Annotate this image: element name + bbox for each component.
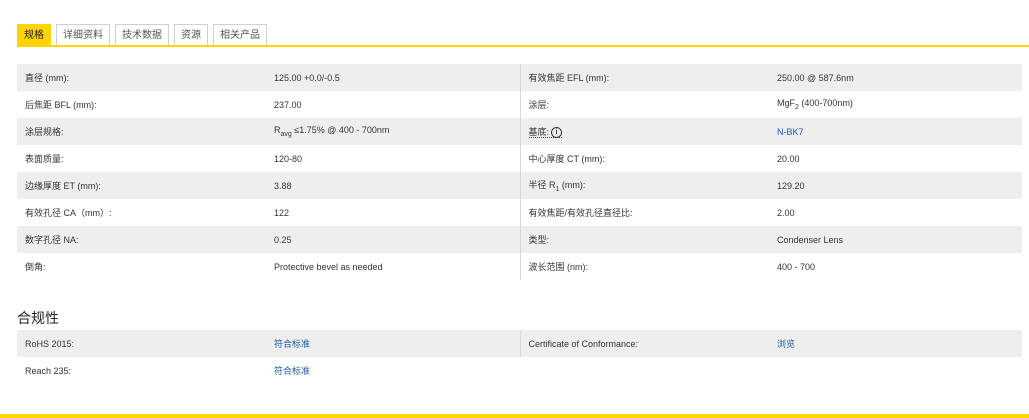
spec-value-link[interactable]: N-BK7 [769, 118, 1022, 145]
subscript: avg [280, 130, 292, 138]
spec-label: 涂层: [528, 100, 550, 110]
compliance-label: Certificate of Conformance: [520, 330, 769, 357]
reflectance-value: ≤1.75% @ 400 - 700nm [291, 125, 390, 136]
bottom-accent-line [0, 414, 1029, 418]
tab-resources[interactable]: 资源 [174, 24, 208, 46]
compliance-value-link[interactable]: 符合标准 [266, 330, 521, 357]
spec-value: 400 - 700 [777, 261, 816, 272]
tab-details[interactable]: 详细资料 [56, 24, 110, 46]
spec-label: 边缘厚度 ET (mm): [17, 172, 266, 199]
spec-value: MgF2 (400-700nm) [769, 91, 1022, 118]
spec-label: 表面质量: [25, 154, 64, 164]
spec-value: 250.00 @ 587.6nm [769, 64, 1022, 91]
compliance-table: RoHS 2015: 符合标准 Certificate of Conforman… [17, 330, 1022, 384]
spec-label: 基底: i [520, 118, 769, 145]
spec-value: 129.20 [769, 172, 1022, 199]
spec-value: 3.88 [266, 172, 521, 199]
spec-table: 直径 (mm): 125.00 +0.0/-0.5 有效焦距 EFL (mm):… [17, 64, 1022, 280]
substrate-link[interactable]: N-BK7 [777, 127, 804, 137]
tab-underline [17, 45, 1029, 47]
spec-label: 数字孔径 NA: [17, 226, 266, 253]
empty-cell [769, 357, 1022, 384]
spec-value: 237.00 [266, 91, 521, 118]
spec-label: 倒角: [25, 262, 46, 272]
info-icon[interactable]: i [551, 127, 563, 139]
table-row: 涂层规格: Ravg ≤1.75% @ 400 - 700nm 基底: i N-B… [17, 118, 1022, 145]
table-row: 倒角: Protective bevel as needed 波长范围 (nm)… [17, 253, 1022, 280]
rohs-link[interactable]: 符合标准 [274, 339, 310, 349]
spec-value: 2.00 [777, 207, 795, 218]
radius-label: 半径 R [528, 180, 556, 191]
reach-link[interactable]: 符合标准 [274, 366, 310, 376]
spec-value: Ravg ≤1.75% @ 400 - 700nm [266, 118, 521, 145]
compliance-label: RoHS 2015: [17, 330, 266, 357]
spec-label: 波长范围 (nm): [528, 262, 589, 272]
tab-technical-data[interactable]: 技术数据 [115, 24, 169, 46]
table-row: 表面质量: 120-80 中心厚度 CT (mm): 20.00 [17, 145, 1022, 172]
table-row: 后焦距 BFL (mm): 237.00 涂层: MgF2 (400-700nm… [17, 91, 1022, 118]
compliance-heading: 合规性 [17, 311, 59, 327]
spec-value: 20.00 [777, 153, 800, 164]
spec-label: 类型: [520, 226, 769, 253]
substrate-label-text: 基底: [528, 126, 550, 137]
compliance-label: Reach 235: [25, 365, 72, 376]
table-row: Reach 235: 符合标准 [17, 357, 1022, 384]
certificate-view-link[interactable]: 浏览 [777, 339, 795, 349]
radius-unit: (mm): [559, 180, 586, 191]
compliance-value-link[interactable]: 符合标准 [266, 357, 520, 384]
spec-label: 中心厚度 CT (mm): [528, 154, 605, 164]
spec-label: 涂层规格: [17, 118, 266, 145]
spec-label: 后焦距 BFL (mm): [25, 100, 97, 110]
spec-value: Protective bevel as needed [266, 253, 521, 280]
table-row: 有效孔径 CA（mm）: 122 有效焦距/有效孔径直径比: 2.00 [17, 199, 1022, 226]
spec-value: 125.00 +0.0/-0.5 [266, 64, 521, 91]
table-row: RoHS 2015: 符合标准 Certificate of Conforman… [17, 330, 1022, 357]
spec-label: 有效孔径 CA（mm）: [25, 208, 112, 218]
spec-value: Condenser Lens [769, 226, 1022, 253]
tab-bar: 规格 详细资料 技术数据 资源 相关产品 [17, 24, 267, 46]
table-row: 数字孔径 NA: 0.25 类型: Condenser Lens [17, 226, 1022, 253]
empty-cell [520, 357, 769, 384]
spec-label: 有效焦距 EFL (mm): [520, 64, 769, 91]
spec-label: 直径 (mm): [17, 64, 266, 91]
table-row: 直径 (mm): 125.00 +0.0/-0.5 有效焦距 EFL (mm):… [17, 64, 1022, 91]
compliance-value-link[interactable]: 浏览 [769, 330, 1022, 357]
spec-value: 0.25 [266, 226, 521, 253]
spec-value: 122 [266, 199, 521, 226]
spec-value: 120-80 [266, 145, 521, 172]
table-row: 边缘厚度 ET (mm): 3.88 半径 R1 (mm): 129.20 [17, 172, 1022, 199]
substrate-label[interactable]: 基底: i [528, 126, 563, 139]
spec-label: 半径 R1 (mm): [520, 172, 769, 199]
coating-formula: MgF [777, 98, 795, 109]
tab-specs[interactable]: 规格 [17, 24, 51, 46]
spec-label: 有效焦距/有效孔径直径比: [528, 208, 633, 218]
tab-related-products[interactable]: 相关产品 [213, 24, 267, 46]
coating-range: (400-700nm) [798, 98, 853, 109]
